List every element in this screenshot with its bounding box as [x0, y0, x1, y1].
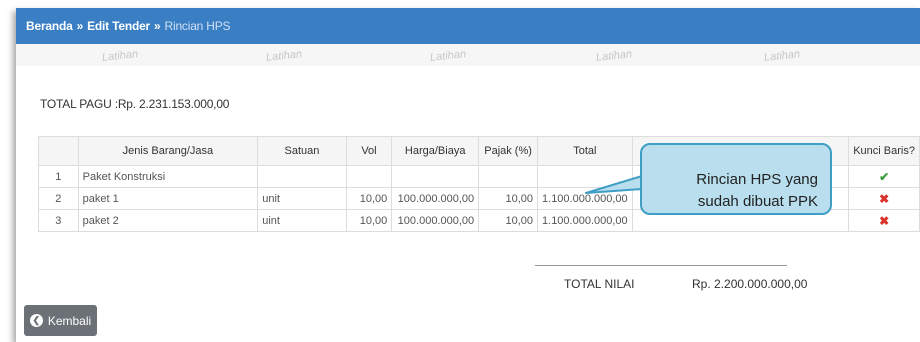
watermark-strip: Latihan Latihan Latihan Latihan Latihan: [16, 44, 920, 66]
watermark-text: Latihan: [101, 48, 139, 64]
cell-satuan[interactable]: [257, 165, 347, 188]
breadcrumb: Beranda» Edit Tender» Rincian HPS: [26, 19, 231, 33]
total-divider: [535, 265, 787, 266]
callout-line-2: sudah dibuat PPK: [697, 193, 818, 210]
watermark-text: Latihan: [595, 48, 633, 64]
breadcrumb-separator: »: [154, 19, 161, 33]
cell-jenis[interactable]: paket 2: [77, 209, 259, 232]
col-satuan-header: Satuan: [257, 136, 347, 166]
cell-satuan[interactable]: unit: [257, 187, 347, 210]
callout-line-1: Rincian HPS yang: [696, 171, 818, 188]
watermark-text: Latihan: [429, 48, 467, 64]
callout-text: Rincian HPS yang sudah dibuat PPK: [696, 169, 818, 213]
cell-pajak[interactable]: [478, 165, 539, 188]
back-button-label: Kembali: [47, 313, 92, 328]
total-pagu: TOTAL PAGU :Rp. 2.231.153.000,00: [40, 97, 230, 111]
breadcrumb-home-link[interactable]: Beranda: [26, 19, 73, 33]
circle-chevron-left-icon: ❮: [29, 314, 43, 327]
cell-pajak[interactable]: 10,00: [478, 209, 539, 232]
cell-no: 3: [38, 209, 79, 232]
cross-icon[interactable]: ✖: [848, 187, 920, 210]
cross-icon[interactable]: ✖: [848, 209, 920, 232]
col-harga-header: Harga/Biaya: [391, 136, 480, 166]
page-frame: Beranda» Edit Tender» Rincian HPS Latihan …: [16, 8, 920, 342]
cell-no: 1: [38, 165, 79, 188]
total-nilai-label: TOTAL NILAI: [564, 277, 635, 291]
breadcrumb-separator: »: [76, 19, 84, 33]
cell-vol[interactable]: 10,00: [345, 187, 393, 210]
watermark-text: Latihan: [763, 48, 801, 64]
breadcrumb-edit-tender-link[interactable]: Edit Tender: [87, 19, 150, 33]
col-vol-header: Vol: [345, 136, 393, 166]
callout-pointer: [585, 175, 643, 194]
cell-total: 1.100.000.000,00: [537, 209, 633, 232]
cell-harga[interactable]: 100.000.000,00: [391, 187, 480, 210]
cell-vol[interactable]: [345, 165, 393, 188]
col-total-header: Total: [537, 136, 633, 166]
cell-no: 2: [38, 187, 79, 210]
back-button[interactable]: ❮ Kembali: [24, 305, 97, 336]
cell-pajak[interactable]: 10,00: [478, 187, 539, 210]
col-no-header: [38, 136, 79, 166]
annotation-callout: Rincian HPS yang sudah dibuat PPK: [640, 143, 832, 215]
check-icon[interactable]: ✔: [848, 165, 920, 188]
col-pajak-header: Pajak (%): [478, 136, 539, 166]
watermark-text: Latihan: [265, 48, 303, 64]
cell-satuan[interactable]: uint: [257, 209, 347, 232]
col-jenis-header: Jenis Barang/Jasa: [77, 136, 259, 166]
header-bar: Beranda» Edit Tender» Rincian HPS: [16, 8, 920, 44]
col-kunci-header: Kunci Baris?: [848, 136, 920, 166]
cell-jenis[interactable]: Paket Konstruksi: [77, 165, 259, 188]
cell-jenis[interactable]: paket 1: [77, 187, 259, 210]
cell-harga[interactable]: [391, 165, 480, 188]
cell-harga[interactable]: 100.000.000,00: [391, 209, 480, 232]
total-nilai-value: Rp. 2.200.000.000,00: [692, 277, 808, 291]
breadcrumb-current: Rincian HPS: [164, 19, 231, 33]
cell-vol[interactable]: 10,00: [345, 209, 393, 232]
